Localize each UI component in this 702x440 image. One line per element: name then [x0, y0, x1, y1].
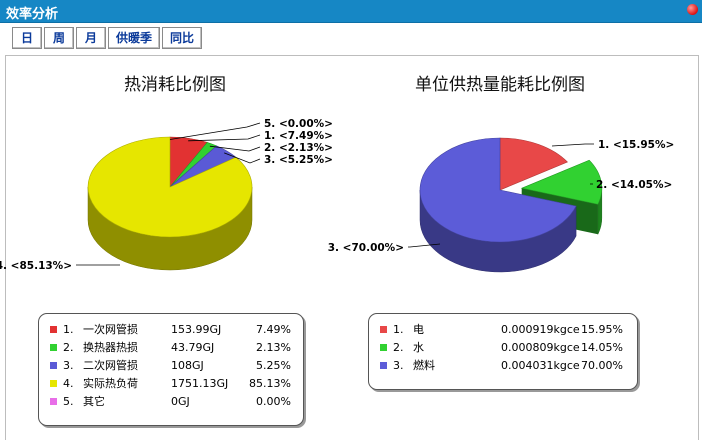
pie1-legend-row-3: 3. 二次网管损 108GJ 5.25% — [39, 358, 303, 374]
legend-energy-per-heat: 1. 电 0.000919kgce 15.95% 2. 水 0.000809kgce 14.0… — [368, 313, 638, 390]
pie1-legend-amount-5: 0GJ — [171, 395, 190, 408]
pie1-legend-percent-1: 7.49% — [256, 323, 291, 336]
pie2-legend-amount-3: 0.004031kgce — [501, 359, 580, 372]
pie2-legend-row-1: 1. 电 0.000919kgce 15.95% — [369, 322, 637, 338]
pie2-legend-amount-2: 0.000809kgce — [501, 341, 580, 354]
pie1-legend-index-3: 3. — [63, 359, 74, 372]
pie1-legend-amount-3: 108GJ — [171, 359, 204, 372]
pie1-legend-amount-4: 1751.13GJ — [171, 377, 229, 390]
pie1-legend-index-2: 2. — [63, 341, 74, 354]
pie2-legend-percent-1: 15.95% — [581, 323, 623, 336]
pie1-legend-swatch-3 — [50, 362, 57, 369]
pie1-callout-1: 1. <7.49%> — [264, 130, 333, 142]
pie1-legend-percent-4: 85.13% — [249, 377, 291, 390]
pie1-legend-row-2: 2. 换热器热损 43.79GJ 2.13% — [39, 340, 303, 356]
pie2-legend-swatch-2 — [380, 344, 387, 351]
pie2-legend-percent-2: 14.05% — [581, 341, 623, 354]
pie1-legend-swatch-4 — [50, 380, 57, 387]
pie1-legend-name-2: 换热器热损 — [83, 341, 138, 354]
pie2-legend-name-1: 电 — [413, 323, 424, 336]
pie2-legend-swatch-1 — [380, 326, 387, 333]
pie1-legend-percent-3: 5.25% — [256, 359, 291, 372]
pie2-legend-amount-1: 0.000919kgce — [501, 323, 580, 336]
pie1-legend-name-5: 其它 — [83, 395, 105, 408]
pie1-legend-swatch-5 — [50, 398, 57, 405]
pie2-legend-name-3: 燃料 — [413, 359, 435, 372]
pie1-legend-index-1: 1. — [63, 323, 74, 336]
pie1-legend-row-5: 5. 其它 0GJ 0.00% — [39, 394, 303, 410]
pie2-legend-name-2: 水 — [413, 341, 424, 354]
pie2-legend-row-3: 3. 燃料 0.004031kgce 70.00% — [369, 358, 637, 374]
pie1-legend-row-4: 4. 实际热负荷 1751.13GJ 85.13% — [39, 376, 303, 392]
pie2-legend-row-2: 2. 水 0.000809kgce 14.05% — [369, 340, 637, 356]
pie1-callout-4: 4. <85.13%> — [0, 260, 72, 272]
pie2-leader-1 — [551, 143, 594, 147]
pie1-legend-index-4: 4. — [63, 377, 74, 390]
pie1-legend-swatch-1 — [50, 326, 57, 333]
pie1-leader-5 — [169, 122, 261, 140]
pie1-legend-index-5: 5. — [63, 395, 74, 408]
pie1-legend-name-3: 二次网管损 — [83, 359, 138, 372]
pie2-legend-swatch-3 — [380, 362, 387, 369]
pie2-legend-index-2: 2. — [393, 341, 404, 354]
pie1-callout-3: 3. <5.25%> — [264, 154, 333, 166]
pie1-legend-row-1: 1. 一次网管损 153.99GJ 7.49% — [39, 322, 303, 338]
pie2-legend-percent-3: 70.00% — [581, 359, 623, 372]
pie2-callout-2: 2. <14.05%> — [596, 179, 672, 191]
legend-heat-consumption: 1. 一次网管损 153.99GJ 7.49% 2. 换热器热损 43.79GJ 2.13% 3… — [38, 313, 304, 426]
pie1-callout-5: 5. <0.00%> — [264, 118, 333, 130]
pie2-callout-3: 3. <70.00%> — [328, 242, 404, 254]
pie1-legend-swatch-2 — [50, 344, 57, 351]
pie2-legend-index-3: 3. — [393, 359, 404, 372]
pie1-legend-percent-2: 2.13% — [256, 341, 291, 354]
pie2-legend-index-1: 1. — [393, 323, 404, 336]
pie2-callout-1: 1. <15.95%> — [598, 139, 674, 151]
pie1-legend-name-4: 实际热负荷 — [83, 377, 138, 390]
pie1-callout-2: 2. <2.13%> — [264, 142, 333, 154]
pie1-legend-percent-5: 0.00% — [256, 395, 291, 408]
pie1-legend-name-1: 一次网管损 — [83, 323, 138, 336]
pie1-legend-amount-1: 153.99GJ — [171, 323, 222, 336]
pie1-legend-amount-2: 43.79GJ — [171, 341, 215, 354]
